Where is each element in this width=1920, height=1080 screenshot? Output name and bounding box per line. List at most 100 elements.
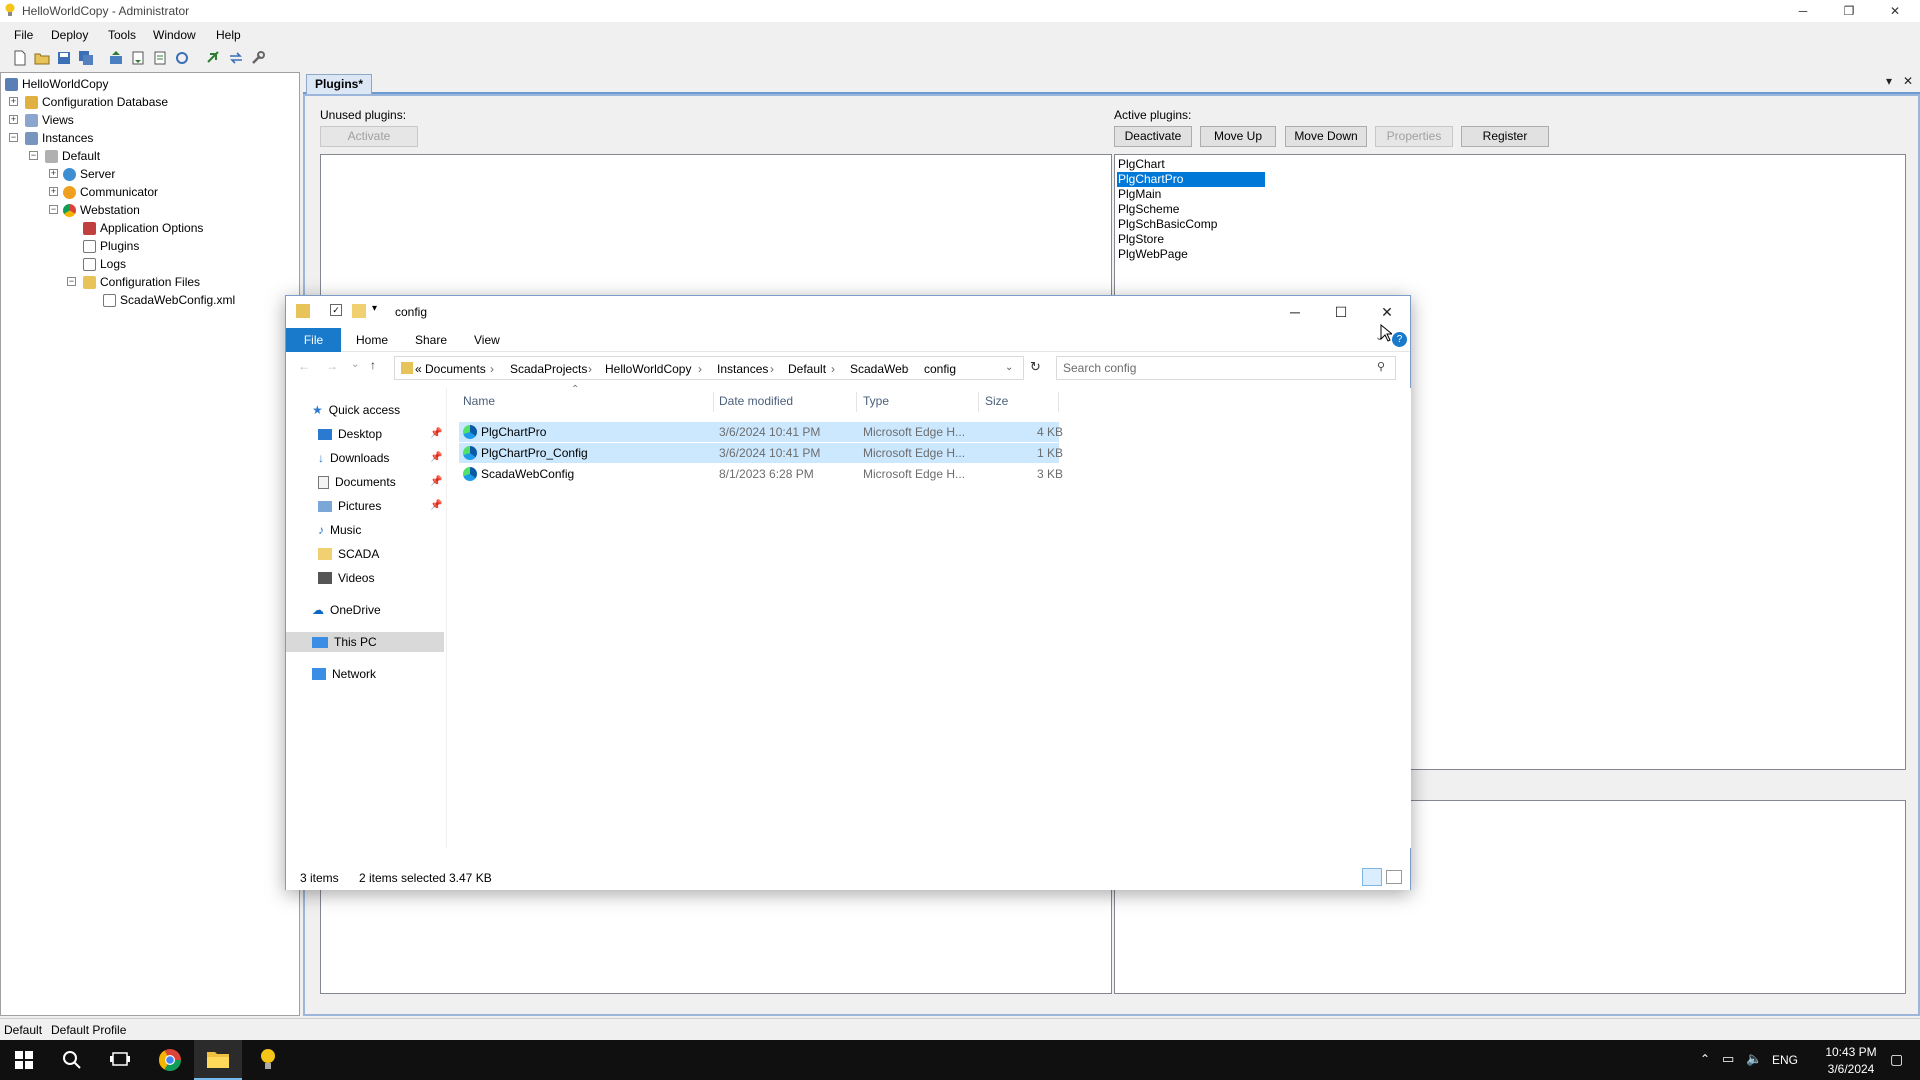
breadcrumb-config[interactable]: config (924, 362, 956, 376)
menu-window[interactable]: Window (153, 28, 196, 42)
nav-item-network[interactable]: Network (312, 664, 442, 684)
file-row[interactable]: PlgChartPro_Config 3/6/2024 10:41 PM Mic… (459, 443, 1063, 463)
list-item[interactable]: PlgChart (1117, 157, 1265, 172)
ribbon-tab-view[interactable]: View (474, 333, 500, 347)
explorer-minimize-button[interactable]: ─ (1275, 300, 1315, 324)
explorer-close-button[interactable]: ✕ (1367, 300, 1407, 324)
menu-file[interactable]: File (14, 28, 33, 42)
nav-item-pictures[interactable]: Pictures 📌 (318, 496, 442, 516)
breadcrumb-default[interactable]: Default (788, 362, 826, 376)
large-icons-view-icon[interactable] (1386, 870, 1402, 884)
help-icon[interactable]: ? (1392, 332, 1407, 347)
forward-arrow-icon[interactable]: → (326, 359, 338, 373)
clock-date[interactable]: 3/6/2024 (1818, 1062, 1884, 1076)
document-icon[interactable] (152, 50, 168, 66)
transfer-icon[interactable] (228, 50, 244, 66)
list-item[interactable]: PlgWebPage (1117, 247, 1265, 262)
nav-item-quick-access[interactable]: ★ Quick access (312, 400, 442, 420)
tree-item-server[interactable]: Server (63, 165, 115, 183)
address-bar[interactable]: « Documents › ScadaProjects › HelloWorld… (394, 356, 1024, 380)
link-icon[interactable] (206, 50, 222, 66)
pin-icon[interactable]: 📌 (430, 428, 442, 439)
properties-button[interactable]: Properties (1375, 126, 1453, 147)
expand-toggle[interactable]: + (49, 187, 58, 196)
tree-item-logs[interactable]: Logs (83, 255, 126, 273)
network-icon[interactable]: ▭ (1722, 1051, 1734, 1067)
refresh-icon[interactable]: ↻ (1030, 359, 1041, 375)
collapse-toggle[interactable]: − (67, 277, 76, 286)
upload-icon[interactable] (108, 50, 124, 66)
column-header-size[interactable]: Size (981, 392, 1059, 412)
pin-icon[interactable]: 📌 (430, 452, 442, 463)
breadcrumb-documents[interactable]: Documents (425, 362, 486, 376)
breadcrumb-scadaweb[interactable]: ScadaWeb (850, 362, 908, 376)
chrome-taskbar-button[interactable] (146, 1040, 194, 1080)
ribbon-tab-home[interactable]: Home (356, 333, 388, 347)
move-up-button[interactable]: Move Up (1200, 126, 1276, 147)
tree-item-views[interactable]: Views (25, 111, 74, 129)
properties-check-icon[interactable]: ✓ (330, 304, 342, 316)
list-item[interactable]: PlgStore (1117, 232, 1265, 247)
activate-button[interactable]: Activate (320, 126, 418, 147)
new-folder-icon[interactable] (352, 304, 366, 318)
tree-item-configuration-files[interactable]: Configuration Files (83, 273, 200, 291)
menu-tools[interactable]: Tools (108, 28, 136, 42)
menu-help[interactable]: Help (216, 28, 241, 42)
pin-icon[interactable]: 📌 (430, 476, 442, 487)
nav-item-desktop[interactable]: Desktop 📌 (318, 424, 442, 444)
list-item[interactable]: PlgSchBasicComp (1117, 217, 1265, 232)
volume-icon[interactable]: 🔈 (1746, 1051, 1762, 1067)
up-arrow-icon[interactable]: ↑ (370, 358, 376, 372)
recent-locations-icon[interactable]: ⌄ (351, 359, 359, 370)
scada-admin-taskbar-button[interactable] (244, 1040, 292, 1080)
tree-item-webstation[interactable]: Webstation (63, 201, 140, 219)
list-item-selected[interactable]: PlgChartPro (1117, 172, 1265, 187)
back-arrow-icon[interactable]: ← (298, 359, 310, 373)
open-folder-icon[interactable] (34, 50, 50, 66)
nav-item-videos[interactable]: Videos (318, 568, 442, 588)
collapse-toggle[interactable]: − (49, 205, 58, 214)
tree-item-instances[interactable]: Instances (25, 129, 93, 147)
quick-access-toolbar-dropdown-icon[interactable]: ▾ (372, 303, 377, 314)
save-all-icon[interactable] (78, 50, 94, 66)
minimize-button[interactable]: ─ (1780, 0, 1826, 22)
collapse-toggle[interactable]: − (29, 151, 38, 160)
file-row[interactable]: ScadaWebConfig 8/1/2023 6:28 PM Microsof… (459, 464, 1063, 484)
nav-item-downloads[interactable]: ↓ Downloads 📌 (318, 448, 442, 468)
file-row[interactable]: PlgChartPro 3/6/2024 10:41 PM Microsoft … (459, 422, 1063, 442)
file-explorer-taskbar-button[interactable] (194, 1040, 242, 1080)
address-history-dropdown-icon[interactable]: ⌄ (1005, 362, 1013, 373)
tree-item-plugins[interactable]: Plugins (83, 237, 139, 255)
move-down-button[interactable]: Move Down (1285, 126, 1367, 147)
ribbon-tab-share[interactable]: Share (415, 333, 447, 347)
tab-close-icon[interactable]: ✕ (1903, 74, 1913, 88)
menu-deploy[interactable]: Deploy (51, 28, 88, 42)
list-item[interactable]: PlgMain (1117, 187, 1265, 202)
column-header-name[interactable]: Name (459, 392, 714, 412)
wrench-icon[interactable] (250, 50, 266, 66)
language-indicator[interactable]: ENG (1772, 1053, 1798, 1067)
details-view-icon[interactable] (1362, 868, 1382, 886)
task-view-button[interactable] (96, 1040, 144, 1080)
refresh-icon[interactable] (174, 50, 190, 66)
tree-item-application-options[interactable]: Application Options (83, 219, 203, 237)
restore-button[interactable]: ❐ (1826, 0, 1872, 22)
pin-icon[interactable]: 📌 (430, 500, 442, 511)
search-taskbar-button[interactable] (48, 1040, 96, 1080)
show-hidden-icons-icon[interactable]: ⌃ (1700, 1052, 1710, 1066)
nav-item-this-pc[interactable]: This PC (286, 632, 444, 652)
nav-item-documents[interactable]: Documents 📌 (318, 472, 442, 492)
expand-toggle[interactable]: + (49, 169, 58, 178)
tree-item-scadawebconfig-xml[interactable]: ScadaWebConfig.xml (103, 291, 235, 309)
ribbon-tab-file[interactable]: File (286, 328, 341, 352)
list-item[interactable]: PlgScheme (1117, 202, 1265, 217)
collapse-toggle[interactable]: − (9, 133, 18, 142)
new-file-icon[interactable] (12, 50, 28, 66)
clock-time[interactable]: 10:43 PM (1818, 1045, 1884, 1059)
column-header-type[interactable]: Type (859, 392, 979, 412)
breadcrumb-helloworldcopy[interactable]: HelloWorldCopy (605, 362, 691, 376)
tree-item-default[interactable]: Default (45, 147, 100, 165)
close-button[interactable]: ✕ (1872, 0, 1918, 22)
breadcrumb-scadaprojects[interactable]: ScadaProjects (510, 362, 587, 376)
register-button[interactable]: Register (1461, 126, 1549, 147)
